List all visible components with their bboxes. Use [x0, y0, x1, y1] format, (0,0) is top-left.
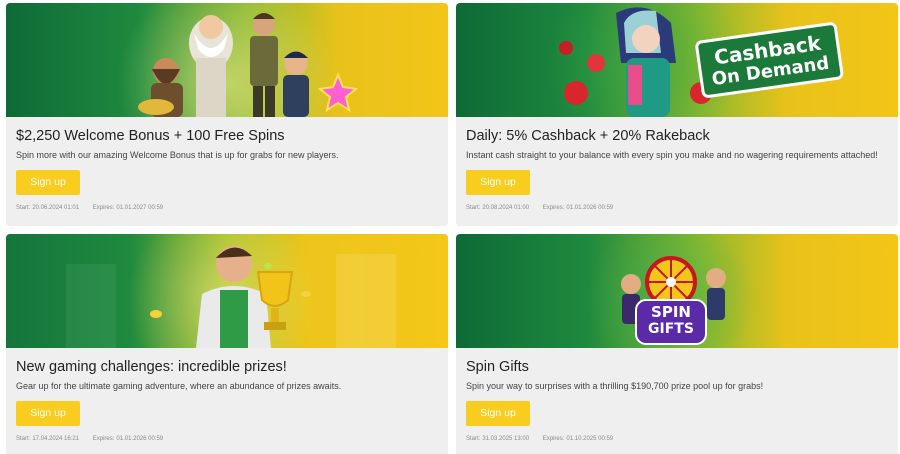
promo-dates: Start: 20.06.2024 01:01 Expires: 01.01.202… [16, 204, 438, 212]
promo-banner[interactable]: SPIN GIFTS [456, 234, 898, 348]
badge-line-1: SPIN [651, 303, 691, 321]
promo-card-spin-gifts: SPIN GIFTS Spin Gifts Spin your way to s… [456, 234, 898, 454]
expires-label: Expires: [542, 205, 565, 211]
promo-description: Spin your way to surprises with a thrill… [466, 381, 764, 391]
promo-dates: Start: 31.03.2025 13:00 Expires: 01.10.202… [466, 435, 888, 443]
promo-title: $2,250 Welcome Bonus + 100 Free Spins [16, 128, 285, 144]
promo-banner[interactable]: Cashback On Demand [456, 3, 898, 117]
expires-value: 01.01.2026 00:59 [116, 436, 164, 442]
start-date: Start: 20.08.2024 01:00 [466, 205, 535, 211]
promo-card-gaming-challenges: New gaming challenges: incredible prizes… [6, 234, 448, 454]
expires-date: Expires: 01.10.2025 00:59 [543, 436, 619, 442]
sign-up-button[interactable]: Sign up [16, 401, 80, 426]
spin-gifts-badge: SPIN GIFTS [636, 304, 706, 338]
promo-description: Gear up for the ultimate gaming adventur… [16, 381, 342, 391]
promo-description: Instant cash straight to your balance wi… [466, 150, 878, 160]
start-label: Start: [466, 205, 481, 211]
start-date: Start: 31.03.2025 13:00 [466, 436, 535, 442]
expires-label: Expires: [542, 436, 565, 442]
promo-card-cashback: Cashback On Demand Daily: 5% Cashback + … [456, 3, 898, 226]
expires-value: 01.01.2027 00:59 [116, 205, 164, 211]
start-label: Start: [16, 205, 31, 211]
promo-card-welcome-bonus: $2,250 Welcome Bonus + 100 Free Spins Sp… [6, 3, 448, 226]
expires-value: 01.01.2026 00:59 [566, 205, 614, 211]
promo-title: Spin Gifts [466, 359, 529, 375]
start-label: Start: [16, 436, 31, 442]
start-date: Start: 17.04.2024 16:21 [16, 436, 85, 442]
expires-date: Expires: 01.01.2027 00:59 [93, 205, 169, 211]
expires-label: Expires: [92, 205, 115, 211]
start-label: Start: [466, 436, 481, 442]
promo-banner[interactable] [6, 3, 448, 117]
start-date: Start: 20.06.2024 01:01 [16, 205, 85, 211]
start-value: 20.08.2024 01:00 [482, 205, 530, 211]
expires-value: 01.10.2025 00:59 [566, 436, 614, 442]
promo-dates: Start: 17.04.2024 16:21 Expires: 01.01.202… [16, 435, 438, 443]
badge-line-2: GIFTS [648, 321, 694, 337]
promo-banner[interactable] [6, 234, 448, 348]
expires-date: Expires: 01.01.2026 00:59 [93, 436, 169, 442]
promo-description: Spin more with our amazing Welcome Bonus… [16, 150, 339, 160]
sign-up-button[interactable]: Sign up [466, 170, 530, 195]
promo-title: Daily: 5% Cashback + 20% Rakeback [466, 128, 710, 144]
start-value: 31.03.2025 13:00 [482, 436, 530, 442]
slot-characters-illustration [138, 13, 359, 117]
promo-dates: Start: 20.08.2024 01:00 Expires: 01.01.202… [466, 204, 888, 212]
expires-date: Expires: 01.01.2026 00:59 [543, 205, 619, 211]
sign-up-button[interactable]: Sign up [466, 401, 530, 426]
promo-title: New gaming challenges: incredible prizes… [16, 359, 287, 375]
expires-label: Expires: [92, 436, 115, 442]
sign-up-button[interactable]: Sign up [16, 170, 80, 195]
trophy-man-illustration [66, 246, 396, 348]
start-value: 20.06.2024 01:01 [32, 205, 80, 211]
start-value: 17.04.2024 16:21 [32, 436, 80, 442]
